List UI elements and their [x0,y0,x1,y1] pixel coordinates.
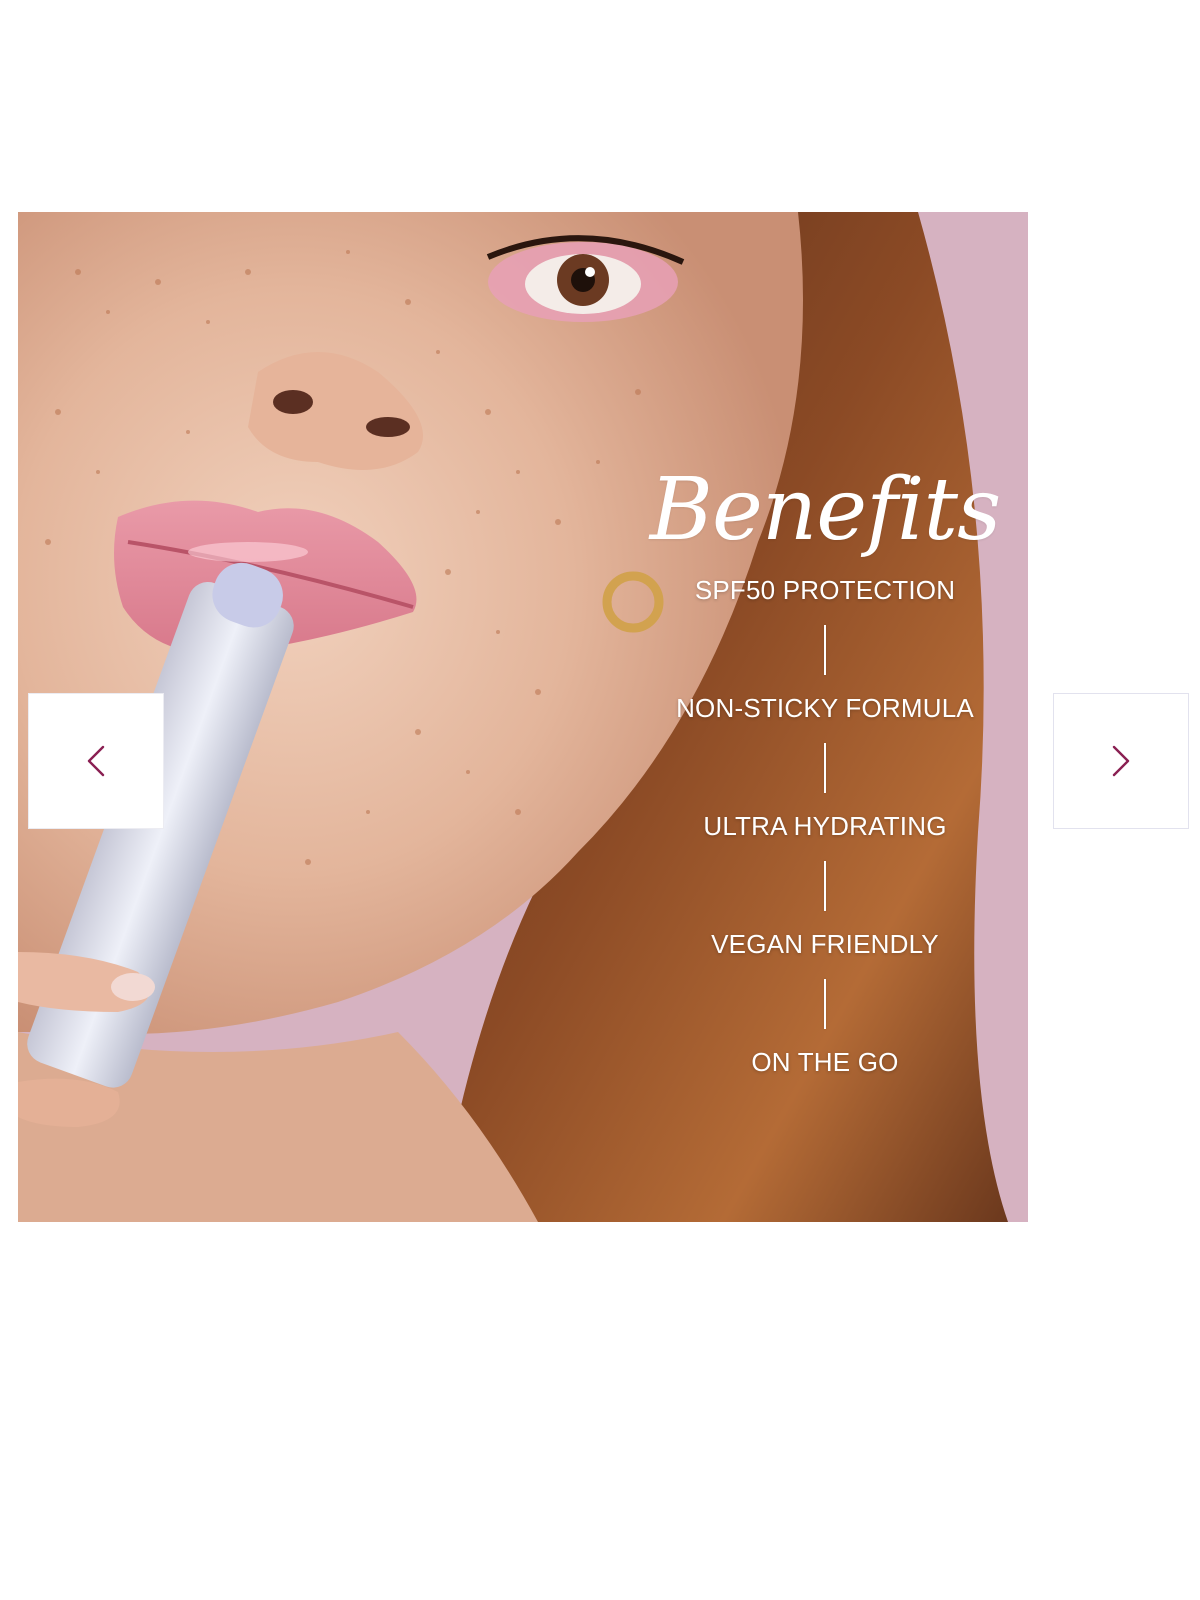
benefits-title: Benefits [649,460,1001,560]
carousel-next-button[interactable] [1053,693,1189,829]
benefit-divider [823,625,826,675]
benefit-divider [823,979,826,1029]
benefits-panel: Benefits SPF50 PROTECTION NON-STICKY FOR… [630,467,1020,1075]
benefit-item: VEGAN FRIENDLY [711,929,939,959]
benefit-divider [823,743,826,793]
carousel-prev-button[interactable] [28,693,164,829]
benefits-list: SPF50 PROTECTION NON-STICKY FORMULA ULTR… [676,577,974,1075]
benefit-divider [823,861,826,911]
benefit-item: ON THE GO [751,1047,899,1077]
carousel-slide: Benefits SPF50 PROTECTION NON-STICKY FOR… [18,212,1028,1222]
benefit-item: SPF50 PROTECTION [694,575,956,605]
benefit-item: ULTRA HYDRATING [703,811,947,841]
chevron-left-icon [85,744,107,778]
benefit-item: NON-STICKY FORMULA [676,693,974,723]
chevron-right-icon [1110,744,1132,778]
